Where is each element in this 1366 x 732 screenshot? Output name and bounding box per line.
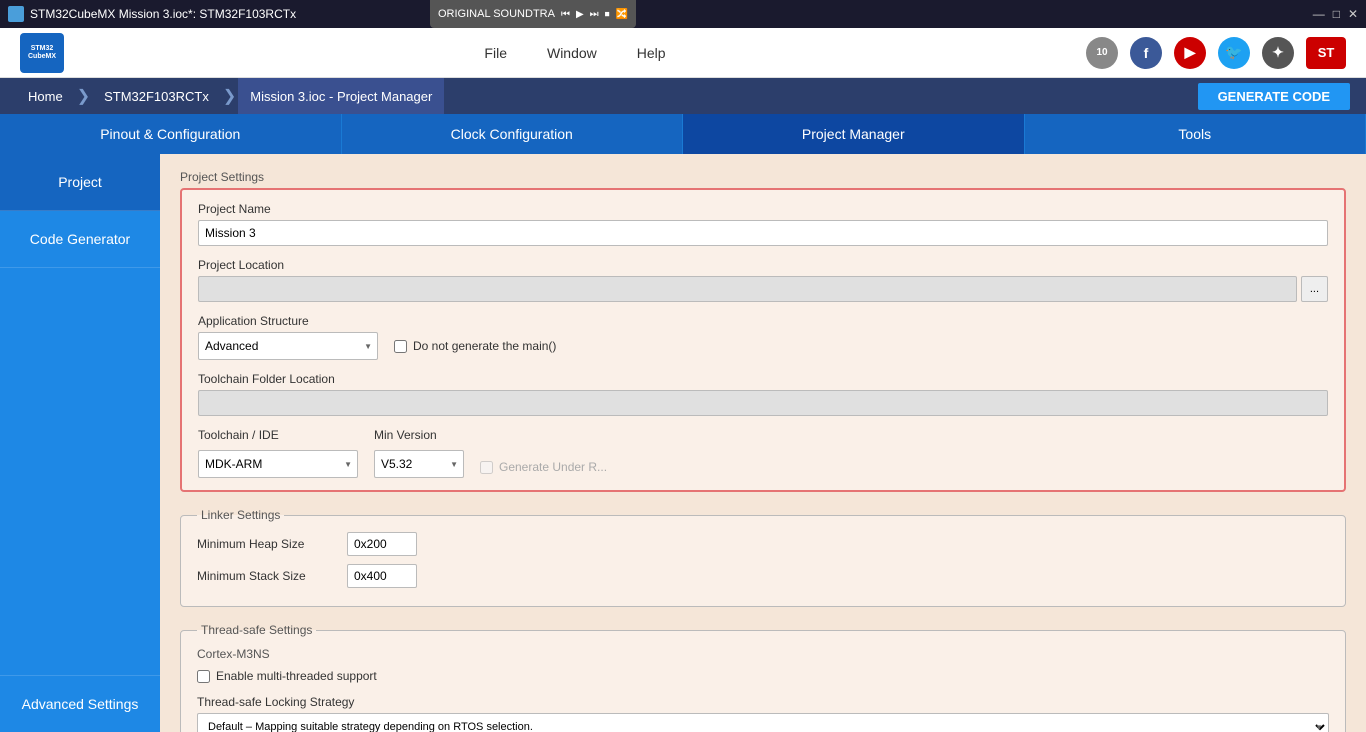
menu-file[interactable]: File xyxy=(484,45,507,61)
app-structure-group: Application Structure Advanced Basic Do … xyxy=(198,314,1328,360)
media-play[interactable]: ▶ xyxy=(576,9,584,20)
min-heap-label: Minimum Heap Size xyxy=(197,537,337,551)
chevron-icon-1: ❯ xyxy=(77,86,90,106)
project-name-input[interactable] xyxy=(198,220,1328,246)
toolchain-ide-select[interactable]: MDK-ARM STM32CubeIDE EWARM xyxy=(198,450,358,478)
icon-youtube[interactable]: ▶ xyxy=(1174,37,1206,69)
breadcrumb: Home ❯ STM32F103RCTx ❯ Mission 3.ioc - P… xyxy=(0,78,1366,114)
sidebar: Project Code Generator Advanced Settings xyxy=(0,154,160,732)
min-version-select-wrapper: V5.32 V5.27 V5.26 xyxy=(374,450,464,478)
icon-network[interactable]: ✦ xyxy=(1262,37,1294,69)
window-title: STM32CubeMX Mission 3.ioc*: STM32F103RCT… xyxy=(30,7,296,21)
app-icon xyxy=(8,6,24,22)
media-bar: ORIGINAL SOUNDTRA ⏮ ▶ ⏭ ⏹ 🔀 xyxy=(430,0,636,28)
media-shuffle[interactable]: 🔀 xyxy=(616,9,628,20)
title-bar: STM32CubeMX Mission 3.ioc*: STM32F103RCT… xyxy=(0,0,1366,28)
enable-multithread-label: Enable multi-threaded support xyxy=(216,669,377,683)
min-version-col: Min Version V5.32 V5.27 V5.26 xyxy=(374,428,464,478)
do-not-generate-row: Do not generate the main() xyxy=(394,339,556,353)
media-title: ORIGINAL SOUNDTRA xyxy=(438,8,555,20)
media-prev[interactable]: ⏮ xyxy=(561,9,570,20)
project-location-group: Project Location ... xyxy=(198,258,1328,302)
breadcrumb-home[interactable]: Home xyxy=(16,78,75,114)
toolchain-ide-row: Toolchain / IDE MDK-ARM STM32CubeIDE EWA… xyxy=(198,428,1328,478)
icon-10th[interactable]: 10 xyxy=(1086,37,1118,69)
enable-multithread-row: Enable multi-threaded support xyxy=(197,669,1329,683)
menu-help[interactable]: Help xyxy=(637,45,666,61)
breadcrumb-project[interactable]: Mission 3.ioc - Project Manager xyxy=(238,78,444,114)
generate-under-label: Generate Under R... xyxy=(499,460,607,474)
min-heap-row: Minimum Heap Size xyxy=(197,532,1329,556)
icon-st-brand[interactable]: ST xyxy=(1306,37,1346,69)
do-not-generate-checkbox[interactable] xyxy=(394,340,407,353)
logo-box: STM32CubeMX xyxy=(20,33,64,73)
project-settings-label: Project Settings xyxy=(180,170,1346,184)
toolchain-folder-input[interactable] xyxy=(198,390,1328,416)
project-location-browse-button[interactable]: ... xyxy=(1301,276,1328,302)
min-version-select[interactable]: V5.32 V5.27 V5.26 xyxy=(374,450,464,478)
min-heap-input[interactable] xyxy=(347,532,417,556)
do-not-generate-label: Do not generate the main() xyxy=(413,339,556,353)
toolchain-folder-group: Toolchain Folder Location xyxy=(198,372,1328,416)
window-controls[interactable]: — □ ✕ xyxy=(1313,7,1358,21)
project-location-input[interactable] xyxy=(198,276,1297,302)
min-stack-row: Minimum Stack Size xyxy=(197,564,1329,588)
tab-bar: Pinout & Configuration Clock Configurati… xyxy=(0,114,1366,154)
app-structure-select[interactable]: Advanced Basic xyxy=(198,332,378,360)
tab-tools[interactable]: Tools xyxy=(1025,114,1366,154)
tab-clock[interactable]: Clock Configuration xyxy=(342,114,684,154)
min-stack-label: Minimum Stack Size xyxy=(197,569,337,583)
locking-strategy-select-wrapper: Default – Mapping suitable strategy depe… xyxy=(197,713,1329,732)
generate-under-row: Generate Under R... xyxy=(480,460,607,474)
toolchain-folder-label: Toolchain Folder Location xyxy=(198,372,1328,386)
generate-code-button[interactable]: GENERATE CODE xyxy=(1198,83,1350,110)
project-name-group: Project Name xyxy=(198,202,1328,246)
project-name-label: Project Name xyxy=(198,202,1328,216)
icon-facebook[interactable]: f xyxy=(1130,37,1162,69)
sidebar-item-project[interactable]: Project xyxy=(0,154,160,211)
media-stop[interactable]: ⏹ xyxy=(605,9,610,20)
logo: STM32CubeMX xyxy=(20,33,64,73)
main-layout: Project Code Generator Advanced Settings… xyxy=(0,154,1366,732)
menu-bar: STM32CubeMX File Window Help 10 f ▶ 🐦 ✦ … xyxy=(0,28,1366,78)
toolchain-ide-label: Toolchain / IDE xyxy=(198,428,358,442)
menu-window[interactable]: Window xyxy=(547,45,597,61)
thread-settings-label: Thread-safe Settings xyxy=(197,623,316,637)
tab-project-manager[interactable]: Project Manager xyxy=(683,114,1025,154)
project-settings-box: Project Name Project Location ... Applic… xyxy=(180,188,1346,492)
social-icons: 10 f ▶ 🐦 ✦ ST xyxy=(1086,37,1346,69)
maximize-button[interactable]: □ xyxy=(1333,7,1340,21)
generate-under-col: Generate Under R... xyxy=(480,460,607,478)
min-version-label: Min Version xyxy=(374,428,464,442)
tab-pinout[interactable]: Pinout & Configuration xyxy=(0,114,342,154)
chevron-icon-2: ❯ xyxy=(223,86,236,106)
content-area: Project Settings Project Name Project Lo… xyxy=(160,154,1366,732)
app-structure-select-wrapper: Advanced Basic xyxy=(198,332,378,360)
cortex-label: Cortex-M3NS xyxy=(197,647,1329,661)
min-stack-input[interactable] xyxy=(347,564,417,588)
media-next[interactable]: ⏭ xyxy=(590,9,599,20)
locking-strategy-select[interactable]: Default – Mapping suitable strategy depe… xyxy=(197,713,1329,732)
linker-settings-label: Linker Settings xyxy=(197,508,284,522)
toolchain-ide-select-wrapper: MDK-ARM STM32CubeIDE EWARM xyxy=(198,450,358,478)
thread-settings-section: Thread-safe Settings Cortex-M3NS Enable … xyxy=(180,623,1346,732)
menu-items: File Window Help xyxy=(104,45,1046,61)
icon-twitter[interactable]: 🐦 xyxy=(1218,37,1250,69)
locking-strategy-group: Thread-safe Locking Strategy Default – M… xyxy=(197,695,1329,732)
locking-strategy-label: Thread-safe Locking Strategy xyxy=(197,695,1329,709)
close-button[interactable]: ✕ xyxy=(1348,7,1358,21)
generate-under-checkbox[interactable] xyxy=(480,461,493,474)
minimize-button[interactable]: — xyxy=(1313,7,1325,21)
sidebar-item-advanced-settings[interactable]: Advanced Settings xyxy=(0,675,160,732)
enable-multithread-checkbox[interactable] xyxy=(197,670,210,683)
app-structure-label: Application Structure xyxy=(198,314,1328,328)
project-location-label: Project Location xyxy=(198,258,1328,272)
breadcrumb-chip[interactable]: STM32F103RCTx xyxy=(92,78,221,114)
linker-settings-section: Linker Settings Minimum Heap Size Minimu… xyxy=(180,508,1346,607)
sidebar-item-code-generator[interactable]: Code Generator xyxy=(0,211,160,268)
toolchain-ide-col: Toolchain / IDE MDK-ARM STM32CubeIDE EWA… xyxy=(198,428,358,478)
